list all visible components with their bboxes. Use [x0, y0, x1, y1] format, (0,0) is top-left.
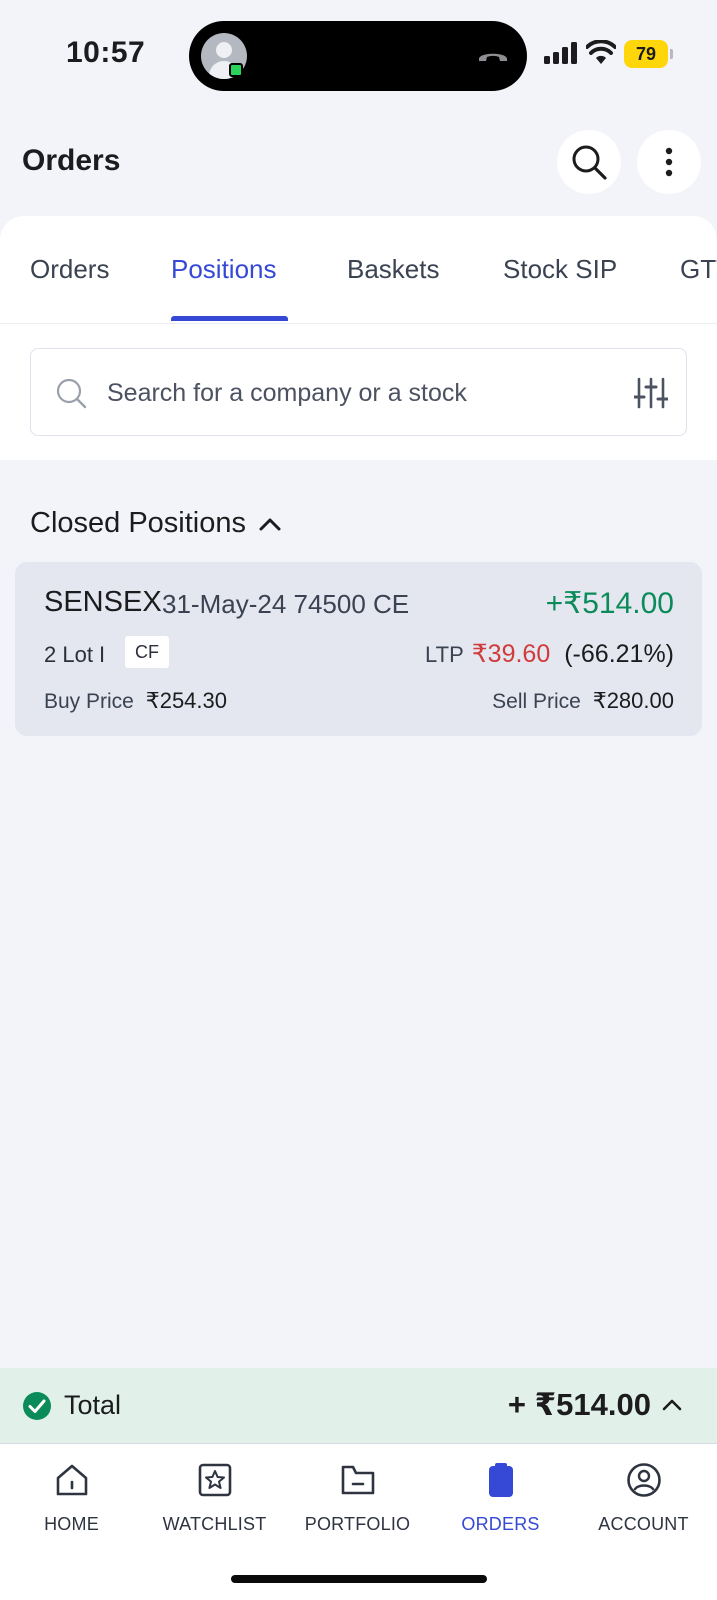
status-time: 10:57 [66, 36, 146, 69]
ltp-group: LTP ₹39.60 (-66.21%) [425, 639, 674, 669]
dynamic-island-call[interactable] [189, 21, 527, 91]
nav-portfolio-label: PORTFOLIO [304, 1514, 411, 1534]
ltp-change: (-66.21%) [564, 640, 674, 668]
tab-bar: Orders Positions Baskets Stock SIP GTT [0, 216, 717, 324]
search-area: Search for a company or a stock [0, 324, 717, 460]
filter-sliders-icon[interactable] [634, 377, 668, 409]
hang-up-icon[interactable] [477, 49, 509, 63]
tab-orders[interactable]: Orders [30, 254, 109, 285]
total-pnl-bar[interactable]: Total + ₹514.00 [0, 1368, 717, 1444]
search-field-icon [56, 378, 87, 409]
star-icon [198, 1463, 231, 1497]
nav-orders[interactable]: ORDERS [429, 1462, 572, 1535]
closed-positions-toggle[interactable]: Closed Positions [30, 507, 282, 540]
buy-price-label: Buy Price [44, 690, 134, 713]
closed-positions-heading: Closed Positions [30, 507, 246, 539]
ltp-label: LTP [425, 642, 464, 667]
clipboard-icon [488, 1463, 513, 1497]
sell-price-label: Sell Price [492, 690, 581, 713]
folder-icon [341, 1465, 374, 1495]
chevron-up-icon[interactable] [661, 1394, 683, 1416]
status-bar: 10:57 79 [0, 0, 717, 110]
tab-gtt[interactable]: GTT [680, 254, 717, 285]
sell-price-value: ₹280.00 [592, 688, 674, 713]
nav-home-label: HOME [44, 1514, 99, 1534]
total-label: Total [64, 1390, 122, 1420]
sell-price-group: Sell Price ₹280.00 [492, 688, 674, 714]
home-indicator[interactable] [231, 1575, 487, 1583]
battery-icon: 79 [624, 40, 668, 68]
tab-baskets[interactable]: Baskets [347, 254, 440, 285]
position-contract: 31-May-24 74500 CE [162, 589, 410, 619]
active-tab-indicator [171, 316, 288, 321]
total-value: + ₹514.00 [507, 1387, 651, 1422]
search-placeholder: Search for a company or a stock [107, 379, 467, 407]
more-options-button[interactable] [637, 130, 701, 194]
ltp-value: ₹39.60 [471, 640, 551, 668]
check-circle-icon [23, 1392, 51, 1420]
nav-account-label: ACCOUNT [598, 1514, 689, 1534]
position-symbol: SENSEX [44, 586, 162, 618]
search-button[interactable] [557, 130, 621, 194]
nav-watchlist[interactable]: WATCHLIST [143, 1462, 286, 1535]
wifi-icon [586, 40, 616, 64]
position-card[interactable]: SENSEX 31-May-24 74500 CE +₹514.00 2 Lot… [15, 562, 702, 736]
tab-stock-sip[interactable]: Stock SIP [503, 254, 617, 285]
tab-positions[interactable]: Positions [171, 254, 277, 285]
search-input[interactable]: Search for a company or a stock [30, 348, 687, 436]
account-icon [626, 1463, 661, 1497]
search-icon [572, 145, 607, 180]
chevron-up-icon [259, 518, 281, 530]
position-pnl: +₹514.00 [545, 587, 674, 620]
nav-orders-label: ORDERS [461, 1514, 540, 1534]
position-lot: 2 Lot I [44, 642, 106, 667]
page-title: Orders [22, 144, 121, 177]
more-vertical-icon [665, 147, 673, 177]
call-app-badge-icon [229, 63, 243, 77]
cellular-signal-icon [544, 42, 577, 64]
nav-account[interactable]: ACCOUNT [572, 1462, 715, 1535]
nav-home[interactable]: HOME [0, 1462, 143, 1535]
buy-price-group: Buy Price ₹254.30 [44, 688, 227, 714]
app-header: Orders [0, 128, 717, 198]
buy-price-value: ₹254.30 [145, 688, 228, 713]
home-icon [56, 1464, 87, 1496]
nav-watchlist-label: WATCHLIST [162, 1514, 267, 1534]
battery-cap [670, 49, 673, 59]
carry-forward-badge: CF [125, 636, 169, 668]
nav-portfolio[interactable]: PORTFOLIO [286, 1462, 429, 1535]
